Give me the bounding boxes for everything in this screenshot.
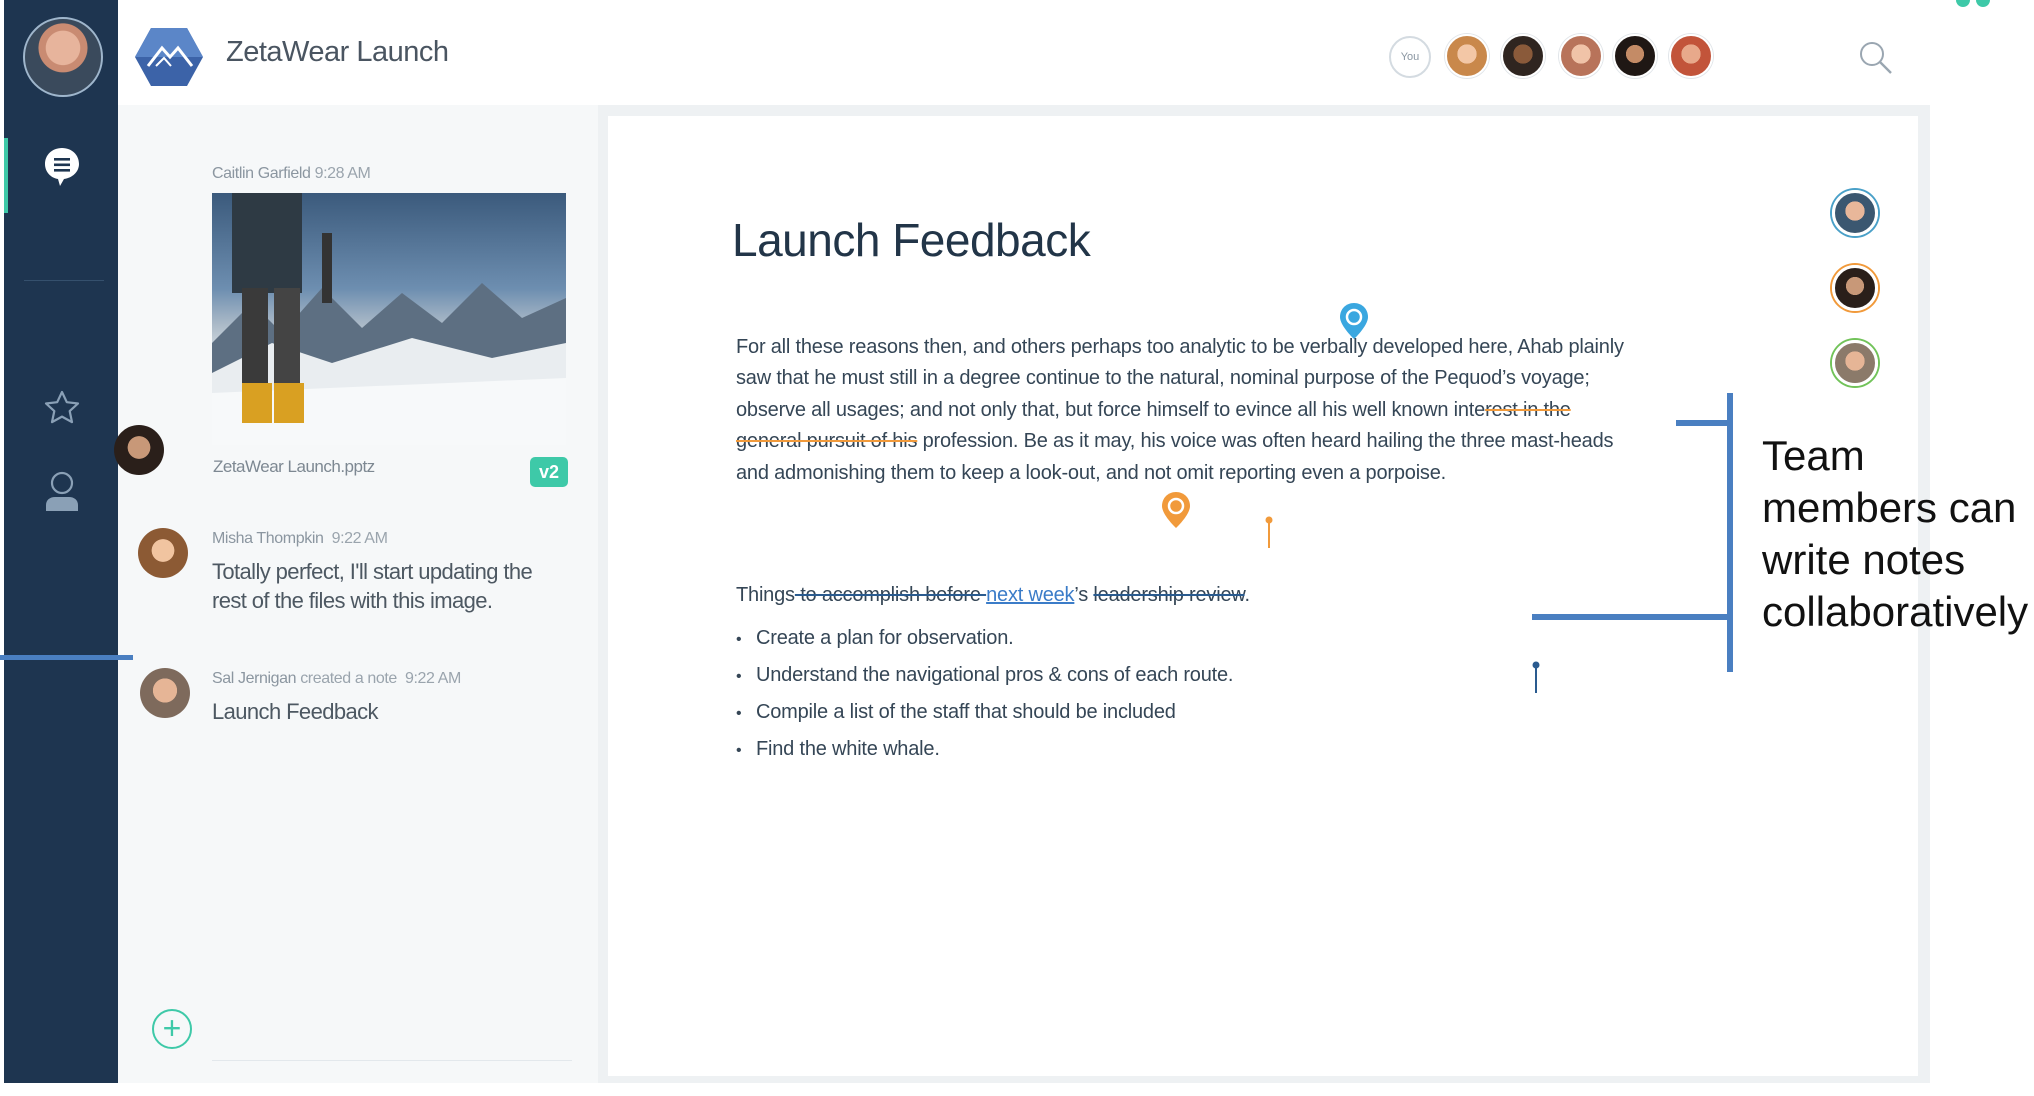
timestamp: 9:28 AM [314, 165, 371, 182]
collaborator-avatar[interactable] [1559, 34, 1603, 78]
editor-presence-avatar[interactable] [1832, 340, 1878, 386]
collaborator-avatar[interactable] [1501, 34, 1545, 78]
inline-link[interactable]: next week [986, 584, 1074, 606]
feed-item-meta: Caitlin Garfield 9:28 AM [212, 165, 371, 183]
note-link[interactable]: Launch Feedback [212, 697, 379, 726]
text-cursor-blue [1532, 661, 1540, 693]
shared-image[interactable] [212, 193, 566, 445]
collaborator-avatar[interactable] [1445, 34, 1489, 78]
task-text: Things [736, 584, 795, 606]
callout-line: Team [1762, 432, 1865, 479]
current-user-avatar[interactable] [23, 17, 103, 97]
list-item[interactable]: Find the white whale. [736, 735, 1233, 772]
star-icon[interactable] [41, 387, 83, 429]
callout-text: Team members can write notes collaborati… [1762, 430, 2028, 638]
feed-message: Totally perfect, I'll start updating the… [212, 559, 533, 613]
callout-pointer [1532, 614, 1731, 620]
timestamp: 9:22 AM [405, 670, 461, 687]
editor-presence-avatar[interactable] [1832, 265, 1878, 311]
left-rail [4, 0, 118, 1083]
callout-bracket [1727, 393, 1733, 672]
note-editor[interactable]: Launch Feedback For all these reasons th… [608, 116, 1918, 1076]
author-name: Sal Jernigan [212, 670, 297, 687]
callout-bracket-top [1676, 420, 1731, 426]
active-indicator [4, 138, 8, 213]
callout-line: write notes [1762, 536, 1966, 583]
version-badge[interactable]: v2 [530, 457, 568, 487]
attachment-filename[interactable]: ZetaWear Launch.pptz [213, 457, 375, 477]
top-header: ZetaWear Launch You [118, 0, 1930, 106]
status-dots-icon [1956, 0, 1990, 7]
callout-line: members can [1762, 484, 2017, 531]
note-title[interactable]: Launch Feedback [732, 213, 1091, 267]
feed-action: created a note [300, 670, 397, 687]
search-icon[interactable] [1858, 40, 1894, 81]
activity-feed: Caitlin Garfield 9:28 AM ZetaWear Launch… [114, 105, 598, 1083]
left-callout-pointer [0, 655, 133, 660]
task-list: Create a plan for observation. Understan… [736, 624, 1233, 772]
rail-divider [24, 280, 104, 281]
task-text: . [1244, 584, 1251, 606]
author-avatar[interactable] [138, 528, 188, 578]
collaborator-avatar[interactable] [1613, 34, 1657, 78]
task-heading[interactable]: Things to accomplish before next week’s … [736, 584, 1250, 607]
workspace-title: ZetaWear Launch [226, 36, 449, 68]
list-item[interactable]: Understand the navigational pros & cons … [736, 661, 1233, 698]
you-avatar-badge[interactable]: You [1389, 36, 1431, 78]
workspace-logo[interactable] [134, 26, 204, 88]
timestamp: 9:22 AM [331, 530, 388, 547]
note-paragraph[interactable]: For all these reasons then, and others p… [736, 332, 1626, 489]
author-name: Misha Thompkin [212, 530, 324, 547]
cursor-marker-orange-icon [1162, 492, 1190, 528]
suggested-deletion: leadership review [1093, 584, 1245, 606]
list-item[interactable]: Create a plan for observation. [736, 624, 1233, 661]
collaborator-avatar[interactable] [1669, 34, 1713, 78]
author-avatar[interactable] [140, 668, 190, 718]
text-cursor-orange [1265, 516, 1273, 548]
person-icon[interactable] [41, 470, 83, 512]
plus-circle-icon[interactable]: + [152, 1009, 192, 1049]
feed-item-meta: Misha Thompkin 9:22 AM [212, 530, 388, 548]
author-avatar[interactable] [114, 425, 164, 475]
list-item[interactable]: Compile a list of the staff that should … [736, 698, 1233, 735]
feed-item-meta: Sal Jernigan created a note 9:22 AM [212, 670, 461, 688]
chat-bubble-icon[interactable] [41, 146, 83, 188]
editor-presence-avatar[interactable] [1832, 190, 1878, 236]
feed-divider [212, 1060, 572, 1061]
callout-line: collaboratively [1762, 588, 2029, 635]
suggested-deletion: to accomplish before [794, 584, 987, 606]
task-text: ’s [1074, 584, 1094, 606]
author-name: Caitlin Garfield [212, 165, 311, 182]
